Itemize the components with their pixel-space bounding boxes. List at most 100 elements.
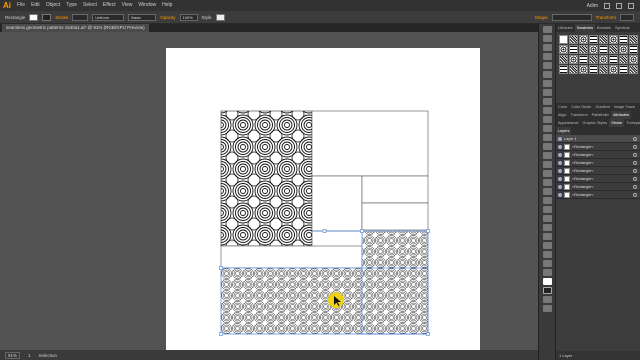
shape-builder-tool-icon[interactable]: [542, 170, 552, 177]
layer-name[interactable]: <Rectangle>: [572, 193, 631, 197]
swatch[interactable]: [599, 45, 608, 54]
paintbrush-tool-icon[interactable]: [542, 107, 552, 114]
tab-pathfinder[interactable]: Pathfinder: [590, 111, 611, 119]
swatch[interactable]: [579, 45, 588, 54]
canvas-area[interactable]: [0, 32, 538, 352]
swatch[interactable]: [629, 35, 638, 44]
direct-selection-tool-icon[interactable]: [542, 35, 552, 42]
scale-tool-icon[interactable]: [542, 143, 552, 150]
eye-icon[interactable]: [558, 144, 562, 149]
magic-wand-tool-icon[interactable]: [542, 44, 552, 51]
menu-file[interactable]: File: [14, 0, 28, 11]
layer-name[interactable]: <Rectangle>: [572, 169, 631, 173]
target-icon[interactable]: [633, 144, 637, 149]
symbol-sprayer-tool-icon[interactable]: [542, 224, 552, 231]
swatch[interactable]: [619, 35, 628, 44]
tab-attributes[interactable]: Attributes: [610, 111, 631, 119]
fill-color-icon[interactable]: [542, 278, 552, 285]
menu-edit[interactable]: Edit: [28, 0, 43, 11]
stroke-weight-field[interactable]: [72, 13, 89, 21]
swatch[interactable]: [579, 65, 588, 74]
selection-handle[interactable]: [219, 332, 223, 336]
tab-symbols[interactable]: Symbols: [613, 24, 632, 32]
column-graph-tool-icon[interactable]: [542, 233, 552, 240]
tab-align[interactable]: Align: [556, 111, 568, 119]
opacity-label[interactable]: Opacity: [160, 15, 175, 20]
eye-icon[interactable]: [558, 176, 562, 181]
workspace-switcher[interactable]: Adim: [587, 3, 598, 9]
selection-tool-icon[interactable]: [542, 26, 552, 33]
swatch[interactable]: [559, 45, 568, 54]
swatch[interactable]: [569, 55, 578, 64]
swatch[interactable]: [609, 65, 618, 74]
tab-graphic-styles[interactable]: Graphic Styles: [580, 119, 609, 127]
swatch[interactable]: [599, 55, 608, 64]
swatch[interactable]: [599, 65, 608, 74]
swatch[interactable]: [589, 65, 598, 74]
screen-mode-icon[interactable]: [542, 305, 552, 312]
swatch[interactable]: [589, 45, 598, 54]
eyedropper-tool-icon[interactable]: [542, 206, 552, 213]
layer-name[interactable]: <Rectangle>: [572, 145, 631, 149]
tab-gradient[interactable]: Gradient: [593, 103, 612, 111]
stroke-label[interactable]: Stroke: [55, 15, 68, 20]
swatch[interactable]: [629, 45, 638, 54]
selection-handle[interactable]: [426, 229, 430, 233]
swatch[interactable]: [569, 45, 578, 54]
swatch[interactable]: [609, 55, 618, 64]
gradient-tool-icon[interactable]: [542, 197, 552, 204]
stroke-color-icon[interactable]: [542, 287, 552, 294]
empty-rectangle-strip[interactable]: [220, 245, 363, 269]
eye-icon[interactable]: [558, 136, 562, 141]
stroke-swatch[interactable]: [42, 13, 52, 21]
tab-brushes[interactable]: Brushes: [595, 24, 613, 32]
current-tool-status[interactable]: Selection: [39, 353, 58, 358]
layer-row[interactable]: <Rectangle>: [556, 175, 640, 183]
variable-width-profile[interactable]: Uniform: [92, 13, 125, 21]
eye-icon[interactable]: [558, 192, 562, 197]
fill-swatch[interactable]: [29, 13, 39, 21]
tab-appearance[interactable]: Appearance: [556, 119, 580, 127]
selection-handle[interactable]: [322, 229, 327, 233]
shape-field[interactable]: [551, 13, 592, 21]
rotate-tool-icon[interactable]: [542, 134, 552, 141]
swatch[interactable]: [559, 55, 568, 64]
target-icon[interactable]: [633, 192, 637, 197]
slice-tool-icon[interactable]: [542, 251, 552, 258]
selection-handle[interactable]: [360, 229, 364, 233]
pencil-tool-icon[interactable]: [542, 116, 552, 123]
menu-window[interactable]: Window: [135, 0, 159, 11]
hand-tool-icon[interactable]: [542, 260, 552, 267]
brush-definition[interactable]: Basic: [128, 13, 157, 21]
eye-icon[interactable]: [558, 152, 562, 157]
tab-stroke[interactable]: Stroke: [609, 119, 625, 127]
swatch[interactable]: [599, 35, 608, 44]
zoom-field[interactable]: 91%: [5, 351, 21, 359]
layer-name[interactable]: <Rectangle>: [572, 153, 631, 157]
tab-layers[interactable]: Layers: [556, 127, 572, 135]
selection-handle[interactable]: [219, 266, 223, 270]
layer-row[interactable]: <Rectangle>: [556, 191, 640, 199]
blend-tool-icon[interactable]: [542, 215, 552, 222]
pen-tool-icon[interactable]: [542, 62, 552, 69]
menu-view[interactable]: View: [119, 0, 136, 11]
artboard-tool-icon[interactable]: [542, 242, 552, 249]
maximize-icon[interactable]: [616, 2, 622, 9]
lasso-tool-icon[interactable]: [542, 53, 552, 60]
tab-transform[interactable]: Transform: [568, 111, 589, 119]
menu-help[interactable]: Help: [159, 0, 175, 11]
line-tool-icon[interactable]: [542, 89, 552, 96]
tab-swatches[interactable]: Swatches: [574, 24, 596, 32]
empty-rectangle-mid[interactable]: [311, 175, 363, 232]
menu-select[interactable]: Select: [80, 0, 100, 11]
swatch[interactable]: [579, 35, 588, 44]
menu-type[interactable]: Type: [63, 0, 80, 11]
layer-name[interactable]: <Rectangle>: [572, 161, 631, 165]
zoom-tool-icon[interactable]: [542, 269, 552, 276]
swatch[interactable]: [579, 55, 588, 64]
swatch[interactable]: [569, 35, 578, 44]
tab-transparency[interactable]: Transparency: [624, 119, 640, 127]
eraser-tool-icon[interactable]: [542, 125, 552, 132]
empty-rectangle-top-right[interactable]: [311, 110, 429, 177]
layer-row-parent[interactable]: Layer 1: [556, 135, 640, 143]
